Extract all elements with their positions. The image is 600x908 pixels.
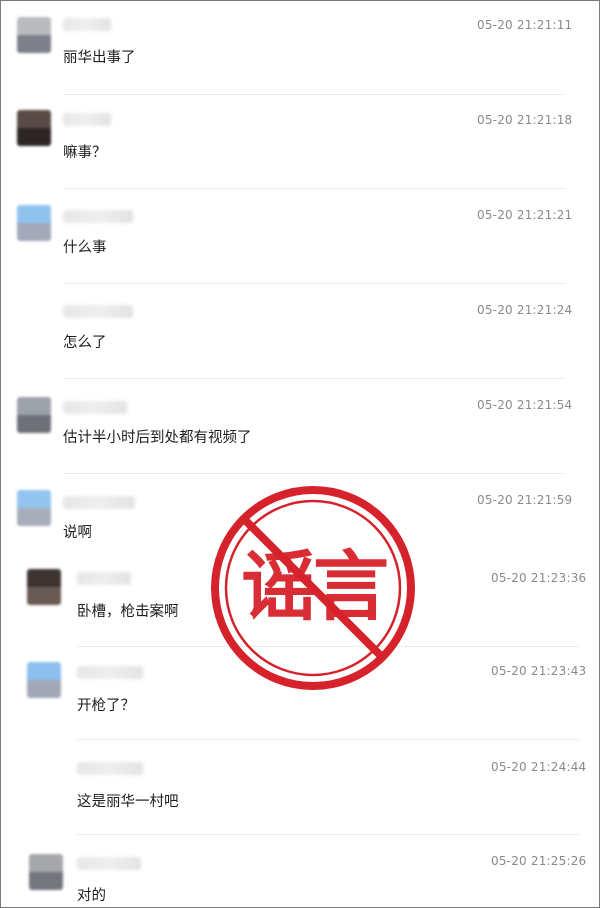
message-timestamp: 05-20 21:23:36 [491, 571, 587, 585]
message-text: 怎么了 [63, 335, 107, 351]
message-timestamp: 05-20 21:21:24 [477, 303, 573, 317]
avatar[interactable] [17, 110, 51, 146]
sender-name-blurred [77, 857, 141, 870]
chat-message: 05-20 21:21:54 估计半小时后到处都有视频了 [1, 381, 599, 476]
sender-name-blurred [63, 305, 133, 318]
avatar[interactable] [27, 569, 61, 605]
message-timestamp: 05-20 21:24:44 [491, 760, 587, 774]
message-timestamp: 05-20 21:21:59 [477, 493, 573, 507]
message-divider [77, 834, 579, 835]
chat-message: 05-20 21:21:24 怎么了 [1, 286, 599, 381]
avatar[interactable] [17, 17, 51, 53]
message-timestamp: 05-20 21:21:21 [477, 208, 573, 222]
avatar[interactable] [27, 662, 61, 698]
avatar[interactable] [17, 397, 51, 433]
chat-message: 05-20 21:23:36 卧槽，枪击案啊 [1, 556, 599, 651]
message-divider [63, 473, 565, 474]
avatar[interactable] [29, 854, 63, 890]
chat-screenshot: 05-20 21:21:11 丽华出事了 05-20 21:21:18 嘛事？ … [0, 0, 600, 908]
chat-message: 05-20 21:21:21 什么事 [1, 191, 599, 286]
message-text: 卧槽，枪击案啊 [77, 604, 179, 620]
message-timestamp: 05-20 21:21:18 [477, 113, 573, 127]
message-timestamp: 05-20 21:21:54 [477, 398, 573, 412]
sender-name-blurred [77, 572, 131, 585]
message-text: 这是丽华一村吧 [77, 794, 179, 810]
sender-name-blurred [63, 401, 127, 414]
message-divider [77, 739, 579, 740]
message-text: 嘛事？ [63, 145, 107, 161]
sender-name-blurred [77, 762, 143, 775]
chat-message: 05-20 21:23:43 开枪了？ [1, 648, 599, 743]
sender-name-blurred [63, 210, 133, 223]
message-text: 估计半小时后到处都有视频了 [63, 430, 252, 446]
sender-name-blurred [63, 113, 111, 126]
message-timestamp: 05-20 21:23:43 [491, 664, 587, 678]
message-divider [63, 94, 565, 95]
sender-name-blurred [63, 496, 135, 509]
avatar[interactable] [17, 205, 51, 241]
message-timestamp: 05-20 21:21:11 [477, 18, 573, 32]
message-text: 说啊 [63, 525, 92, 541]
chat-message: 05-20 21:21:11 丽华出事了 [1, 1, 599, 96]
message-divider [63, 378, 565, 379]
avatar[interactable] [17, 490, 51, 526]
sender-name-blurred [63, 18, 111, 31]
message-text: 丽华出事了 [63, 50, 136, 66]
message-divider [63, 188, 565, 189]
message-divider [63, 283, 565, 284]
message-text: 对的 [77, 888, 106, 904]
message-divider [77, 646, 579, 647]
message-timestamp: 05-20 21:25:26 [491, 854, 587, 868]
chat-message: 05-20 21:25:26 对的 [1, 836, 599, 907]
sender-name-blurred [77, 666, 143, 679]
chat-message: 05-20 21:24:44 这是丽华一村吧 [1, 742, 599, 837]
message-text: 什么事 [63, 240, 107, 256]
chat-message: 05-20 21:21:18 嘛事？ [1, 96, 599, 191]
message-text: 开枪了？ [77, 698, 135, 714]
